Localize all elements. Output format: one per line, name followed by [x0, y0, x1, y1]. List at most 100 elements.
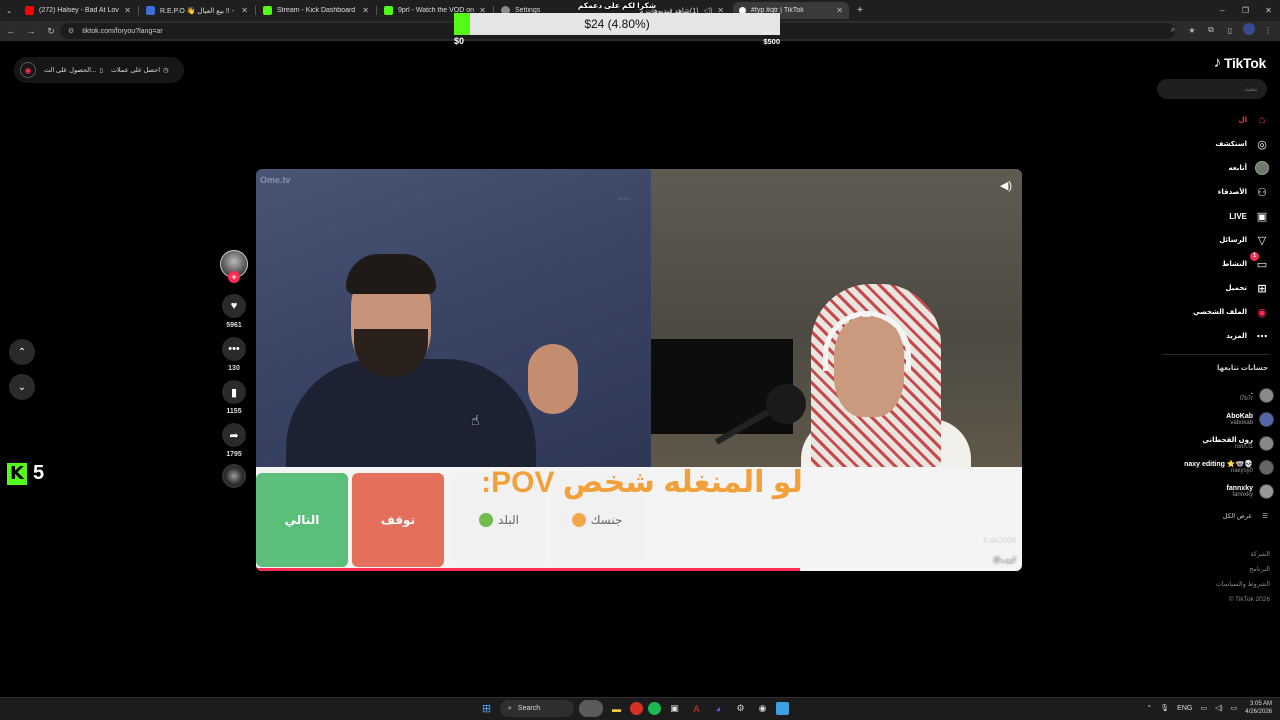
- sidebar-nav: ال ⌂ استكشف ◎ أتابعه الأصدقاء ⚇ LIVE ▣ ا…: [1150, 108, 1270, 348]
- next-video-button[interactable]: ⌄: [9, 374, 35, 400]
- like-action[interactable]: ♥ 5961: [218, 294, 250, 329]
- footer-link-company[interactable]: الشركة: [1216, 547, 1270, 562]
- footer-link-program[interactable]: البرنامج: [1216, 562, 1270, 577]
- search-input[interactable]: بحث: [1157, 79, 1267, 99]
- site-info-icon[interactable]: ⚙: [68, 27, 74, 35]
- obs-icon[interactable]: ◉: [754, 700, 771, 717]
- minimize-button[interactable]: –: [1211, 0, 1234, 21]
- list-item[interactable]: رون القحطاني ronn.l1: [1114, 431, 1274, 455]
- upload-icon: ⊞: [1257, 282, 1267, 295]
- face-icon: [571, 513, 586, 527]
- sidebar-icon[interactable]: ▯: [1224, 26, 1236, 35]
- music-disc-icon[interactable]: [222, 464, 246, 488]
- account-name: رون القحطاني: [1202, 437, 1253, 444]
- zoom-icon[interactable]: ⌕: [1167, 25, 1179, 35]
- search-icon: ⌕: [508, 704, 512, 712]
- reload-button[interactable]: ↻: [42, 22, 60, 40]
- share-action[interactable]: ➦ 1795: [218, 423, 250, 458]
- sidebar-item-more[interactable]: المزيد ⋯: [1150, 324, 1270, 348]
- windows-start-icon[interactable]: ⊞: [478, 700, 495, 717]
- file-explorer-icon[interactable]: ▬: [608, 700, 625, 717]
- list-item[interactable]: naxy editing ⭐🐨💀 naxysy0: [1114, 455, 1274, 479]
- language-indicator[interactable]: ENG: [1177, 705, 1192, 712]
- microphone-icon[interactable]: 🎙: [1160, 704, 1169, 712]
- steam-icon[interactable]: ⚙: [732, 700, 749, 717]
- tab-repo[interactable]: R.E.P.O 👋 بيع العيال !! - Reti ✕: [140, 2, 254, 19]
- avatar: [1259, 483, 1274, 499]
- tab-youtube[interactable]: (272) Halsey - Bad At Love ✕: [19, 2, 137, 19]
- previous-video-button[interactable]: ⌃: [9, 339, 35, 365]
- search-label: Search: [517, 705, 541, 712]
- donation-amount: $24 (4.80%): [584, 17, 650, 31]
- camera-icon: ▭▭: [618, 196, 630, 202]
- list-item[interactable]: AboKab vabokab: [1114, 407, 1274, 431]
- video-overlay-text: لو المنغله شخص POV:: [481, 466, 803, 499]
- taskbar-search[interactable]: ⌕ Search: [500, 700, 574, 717]
- maximize-button[interactable]: ❐: [1234, 0, 1257, 21]
- see-all-link[interactable]: عرض الكل ☰: [1223, 512, 1268, 520]
- comment-action[interactable]: ••• 130: [218, 337, 250, 372]
- sidebar-item-home[interactable]: ال ⌂: [1150, 108, 1270, 132]
- sidebar-item-upload[interactable]: تحميل ⊞: [1150, 276, 1270, 300]
- sidebar-item-explore[interactable]: استكشف ◎: [1150, 132, 1270, 156]
- share-count: 1795: [226, 451, 242, 458]
- follow-plus-icon[interactable]: +: [228, 271, 240, 283]
- mute-icon[interactable]: ◀): [1000, 179, 1012, 192]
- acrobat-icon[interactable]: A: [688, 700, 705, 717]
- sidebar-item-activity[interactable]: النشاط ▭ 1: [1150, 252, 1270, 276]
- close-icon[interactable]: ✕: [241, 6, 248, 15]
- store-icon[interactable]: ▣: [666, 700, 683, 717]
- heart-icon: ♥: [222, 294, 246, 318]
- author-watermark: fr.ak2006: [983, 536, 1016, 545]
- close-window-button[interactable]: ✕: [1257, 0, 1280, 21]
- tab-list-button[interactable]: ⌄: [2, 2, 16, 19]
- close-icon[interactable]: ✕: [836, 6, 843, 15]
- video-progress-bar[interactable]: [256, 568, 1022, 571]
- battery-icon[interactable]: ▭: [1231, 704, 1238, 712]
- tab-title: R.E.P.O 👋 بيع العيال !! - Reti: [160, 7, 236, 15]
- taskbar-clock[interactable]: 3:05 AM 4/26/2026: [1245, 700, 1272, 716]
- close-icon[interactable]: ✕: [124, 6, 131, 15]
- sidebar-item-following[interactable]: أتابعه: [1150, 156, 1270, 180]
- video-author[interactable]: @كيوب: [993, 556, 1016, 564]
- discord-icon[interactable]: ◕: [710, 700, 727, 717]
- sidebar-item-profile[interactable]: الملف الشخصي ◉: [1150, 300, 1270, 324]
- video-player[interactable]: Ome.tv ▭▭ ◀) التالي توقف البلد جنسك لو ا…: [256, 169, 1022, 571]
- account-handle: vabokab: [1230, 419, 1253, 426]
- volume-icon[interactable]: ◁): [1215, 704, 1223, 712]
- more-icon: ⋯: [1256, 330, 1268, 343]
- extensions-icon[interactable]: ⧉: [1205, 25, 1217, 35]
- spotify-icon[interactable]: [648, 702, 661, 715]
- following-accounts-title: حسابات تتابعها: [1217, 365, 1268, 372]
- comment-icon: •••: [222, 337, 246, 361]
- menu-icon[interactable]: ⋮: [1262, 26, 1274, 35]
- list-icon: ☰: [1262, 513, 1268, 520]
- chevron-down-icon: ⌄: [17, 381, 27, 393]
- close-icon[interactable]: ✕: [362, 6, 369, 15]
- new-tab-button[interactable]: +: [852, 2, 868, 19]
- sidebar-item-live[interactable]: LIVE ▣: [1150, 204, 1270, 228]
- tiktok-logo-text: TikTok: [1223, 54, 1266, 71]
- list-item[interactable]: . l7b7r: [1114, 383, 1274, 407]
- sidebar-item-friends[interactable]: الأصدقاء ⚇: [1150, 180, 1270, 204]
- widgets-icon[interactable]: [579, 700, 603, 717]
- network-icon[interactable]: ▭: [1200, 704, 1207, 712]
- get-coins-link[interactable]: احصل على عملات ◷: [111, 66, 169, 74]
- app-icon[interactable]: [776, 702, 789, 715]
- footer-link-terms[interactable]: الشروط والسياسات: [1216, 577, 1270, 592]
- back-button[interactable]: ←: [2, 22, 20, 40]
- bookmark-star-icon[interactable]: ★: [1186, 26, 1198, 35]
- url-text: tiktok.com/foryou?lang=ar: [82, 27, 163, 35]
- forward-button[interactable]: →: [22, 22, 40, 40]
- profile-icon: ◉: [1257, 306, 1267, 319]
- chevron-up-icon[interactable]: ⌃: [1146, 704, 1152, 712]
- save-action[interactable]: ▮ 1155: [218, 380, 250, 415]
- get-app-link[interactable]: الحصول على الت... ▯: [44, 66, 103, 74]
- chrome-icon[interactable]: [630, 702, 643, 715]
- tab-kick-dashboard[interactable]: Stream - Kick Dashboard ✕: [257, 2, 375, 19]
- coin-icon: ◷: [163, 67, 169, 74]
- list-item[interactable]: fannxky fannxky: [1114, 479, 1274, 503]
- sidebar-item-messages[interactable]: الرسائل ▽: [1150, 228, 1270, 252]
- tiktok-logo[interactable]: ♪ TikTok: [1214, 54, 1267, 71]
- profile-avatar[interactable]: [1243, 23, 1255, 37]
